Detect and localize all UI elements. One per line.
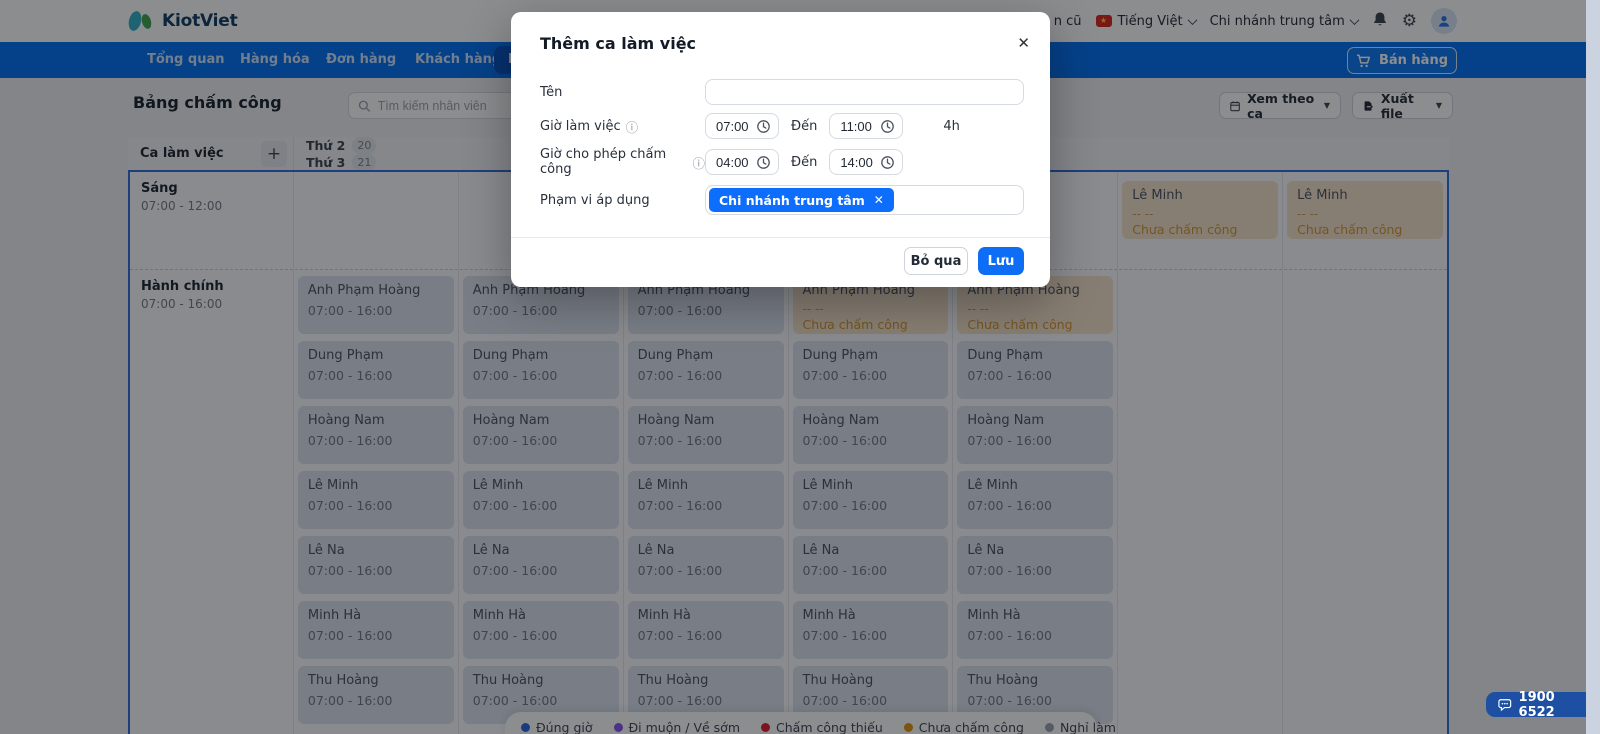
- to-label: Đến: [791, 154, 818, 170]
- shift-name-input[interactable]: [705, 79, 1024, 105]
- duration-label: 4h: [943, 118, 960, 134]
- branch-tag[interactable]: Chi nhánh trung tâm ✕: [709, 188, 894, 212]
- work-hours-label: Giờ làm việc ⓘ: [540, 118, 639, 135]
- scope-input[interactable]: Chi nhánh trung tâm ✕: [705, 185, 1024, 215]
- work-to-input[interactable]: [829, 113, 904, 139]
- clock-icon: [881, 119, 895, 133]
- work-from-input[interactable]: [705, 113, 779, 139]
- branch-tag-label: Chi nhánh trung tâm: [719, 192, 865, 208]
- to-label: Đến: [791, 118, 818, 134]
- modal-title: Thêm ca làm việc: [540, 34, 697, 53]
- info-icon: ⓘ: [625, 119, 639, 135]
- scope-row: Phạm vi áp dụng Chi nhánh trung tâm ✕: [540, 185, 1024, 215]
- app-root: KiotViet n cũ ★ Tiếng Việt Chi nhánh tru…: [0, 0, 1600, 734]
- clock-icon: [757, 119, 770, 133]
- allowed-hours-row: Giờ cho phép chấm công ⓘ Đến: [540, 147, 1024, 177]
- scope-label: Phạm vi áp dụng: [540, 192, 650, 208]
- chat-bubble-icon: [1498, 698, 1512, 711]
- allowed-from-input[interactable]: [705, 149, 779, 175]
- work-hours-row: Giờ làm việc ⓘ Đến 4h: [540, 113, 1024, 139]
- close-icon[interactable]: ✕: [1017, 36, 1030, 51]
- support-hotline-button[interactable]: 1900 6522: [1486, 689, 1600, 720]
- save-button[interactable]: Lưu: [978, 247, 1024, 275]
- allowed-hours-label: Giờ cho phép chấm công ⓘ: [540, 147, 705, 177]
- allowed-to-input[interactable]: [829, 149, 904, 175]
- modal-footer: Bỏ qua Lưu: [511, 237, 1050, 287]
- clock-icon: [757, 155, 770, 169]
- clock-icon: [881, 155, 895, 169]
- add-shift-modal: Thêm ca làm việc ✕ Tên Giờ làm việc ⓘ Đế…: [511, 12, 1050, 287]
- cancel-button[interactable]: Bỏ qua: [904, 247, 968, 275]
- remove-tag-icon[interactable]: ✕: [874, 193, 884, 207]
- name-field-row: Tên: [540, 79, 1024, 105]
- info-icon: ⓘ: [692, 155, 705, 171]
- modal-form: Tên Giờ làm việc ⓘ Đến 4h: [511, 79, 1050, 215]
- support-phone-label: 1900 6522: [1518, 689, 1555, 720]
- name-field-label: Tên: [540, 84, 563, 100]
- vertical-scrollbar[interactable]: [1586, 0, 1600, 734]
